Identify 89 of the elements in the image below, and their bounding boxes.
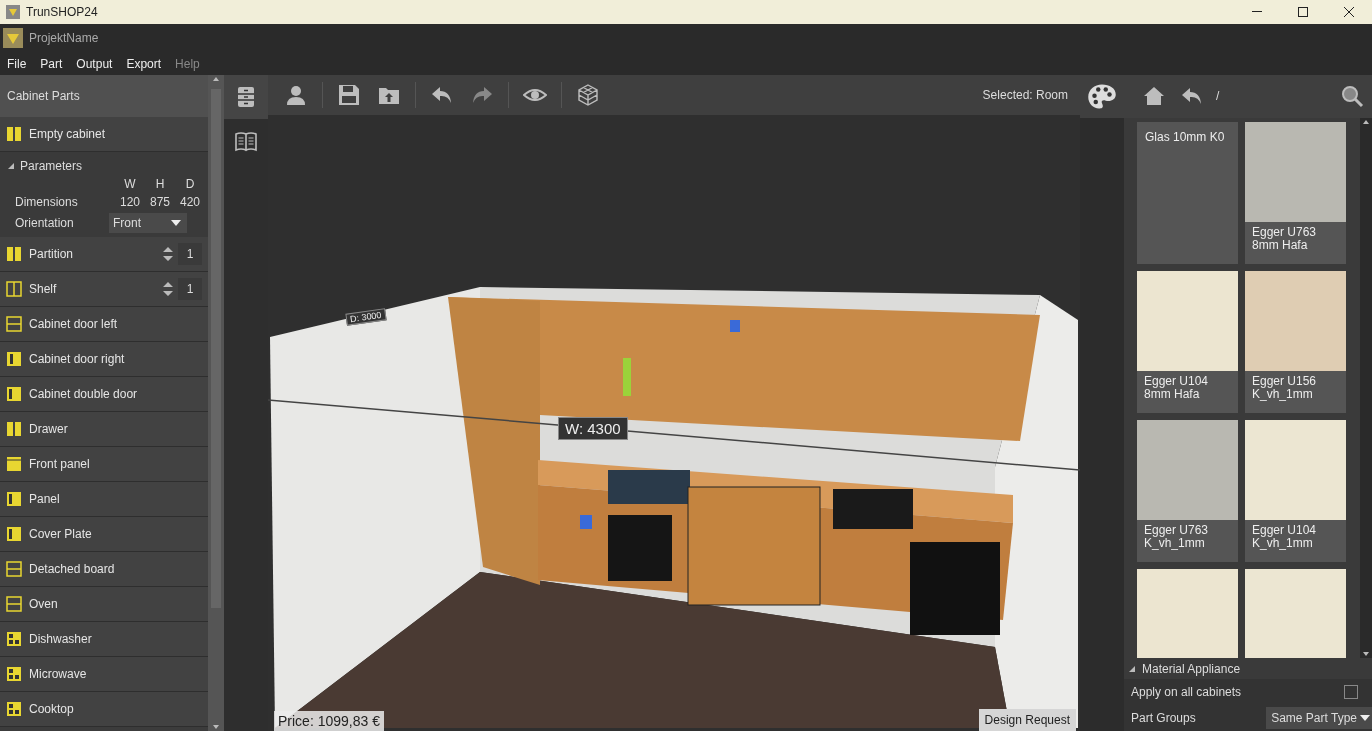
cabinet-part-icon <box>6 666 22 682</box>
cabinet-part-icon <box>6 316 22 332</box>
cabinet-part-item[interactable]: Oven <box>0 587 208 622</box>
material-tile[interactable]: Egger U763 K_vh_1mm <box>1137 419 1238 562</box>
cabinet-tab[interactable] <box>224 75 268 119</box>
scrollbar[interactable] <box>208 75 224 731</box>
price-label: Price: 1099,83 € <box>274 711 384 731</box>
scrollbar[interactable] <box>1360 117 1372 658</box>
cabinet-part-item[interactable]: Dishwasher <box>0 622 208 657</box>
parameter-label: Dimensions <box>15 195 79 209</box>
dimension-value[interactable]: 120 <box>115 195 145 209</box>
cabinet-part-item[interactable]: Front panel <box>0 447 208 482</box>
expand-triangle-icon <box>7 161 15 170</box>
breadcrumb-path: / <box>1216 89 1220 104</box>
close-icon <box>1344 7 1354 17</box>
cabinet-part-item[interactable]: Empty cabinet <box>0 117 208 152</box>
cabinet-part-icon <box>6 351 22 367</box>
window-title: TrunSHOP24 <box>26 5 98 19</box>
cabinet-part-item[interactable]: Cabinet door right <box>0 342 208 377</box>
cabinet-part-item[interactable]: Cover Plate <box>0 517 208 552</box>
count-field[interactable]: 1 <box>178 243 202 265</box>
menu-item[interactable]: File <box>0 56 34 71</box>
cabinet-part-item[interactable]: Microwave <box>0 657 208 692</box>
cabinet-part-item[interactable]: Drawer <box>0 412 208 447</box>
material-tile[interactable]: Egger U156 K_vh_1mm <box>1245 270 1346 413</box>
search-icon <box>1340 84 1364 109</box>
maximize-icon <box>1298 7 1308 17</box>
material-tile[interactable]: Egger U104 8mm Hafa <box>1137 270 1238 413</box>
cabinet-part-icon <box>6 456 22 472</box>
spinner-arrows-icon[interactable] <box>162 245 174 263</box>
column-header: H <box>154 177 166 191</box>
minimize-icon <box>1252 11 1262 13</box>
cabinet-part-item[interactable]: Cabinet double door <box>0 377 208 412</box>
dimension-value[interactable]: 875 <box>145 195 175 209</box>
material-label: Egger U104 K_vh_1mm <box>1251 521 1318 552</box>
caret-icon <box>1360 715 1370 722</box>
material-label: Egger U763 K_vh_1mm <box>1143 521 1210 552</box>
caret-icon <box>171 220 181 226</box>
cabinet-part-icon <box>6 126 22 142</box>
cabinet-part-item[interactable]: Shelf 1 <box>0 272 208 307</box>
material-tile[interactable]: Egger U763 8mm Hafa <box>1245 121 1346 264</box>
column-header: W <box>123 177 137 191</box>
material-tile[interactable]: Egger U104 K_vh_1mm <box>1245 419 1346 562</box>
selection-status: Selected: Room <box>982 88 1068 102</box>
option-label: Part Groups <box>1131 711 1196 726</box>
cabinet-part-item[interactable]: Cooktop <box>0 692 208 727</box>
orientation-dropdown[interactable]: Front <box>109 213 187 233</box>
cube-icon <box>576 83 600 107</box>
cabinet-part-icon <box>6 421 22 437</box>
cabinet-part-icon <box>6 386 22 402</box>
width-dimension-label: W: 4300 <box>558 417 628 440</box>
expand-triangle-icon <box>1128 664 1136 673</box>
user-icon <box>284 83 308 107</box>
cabinet-part-icon <box>6 526 22 542</box>
section-header[interactable]: Material Appliance <box>1124 657 1372 680</box>
cabinet-part-icon <box>6 281 22 297</box>
app-logo-icon <box>6 5 20 19</box>
material-label: Egger U763 8mm Hafa <box>1251 223 1318 254</box>
cabinet-part-icon <box>6 561 22 577</box>
menu-item[interactable]: Part <box>33 56 70 71</box>
scroll-down-icon[interactable] <box>212 723 220 731</box>
project-logo-icon <box>3 28 23 48</box>
design-request-button[interactable]: Design Request <box>978 709 1076 731</box>
menu-item[interactable]: Output <box>69 56 120 71</box>
column-header: D <box>184 177 196 191</box>
cabinet-part-item[interactable]: Cabinet door left <box>0 307 208 342</box>
material-label: Egger U156 K_vh_1mm <box>1251 372 1318 403</box>
cabinet-part-icon <box>6 701 22 717</box>
material-label: Glas 10mm K0 <box>1145 129 1225 144</box>
option-label: Apply on all cabinets <box>1131 685 1242 700</box>
material-label: Egger U104 8mm Hafa <box>1143 372 1210 403</box>
parameter-label: Orientation <box>15 216 75 230</box>
menu-item[interactable]: Export <box>119 56 169 71</box>
scroll-down-icon[interactable] <box>1362 649 1370 658</box>
checkbox[interactable] <box>1344 685 1358 700</box>
cabinet-part-item[interactable]: Detached board <box>0 552 208 587</box>
part-groups-dropdown[interactable]: Same Part Type <box>1266 707 1372 730</box>
dimension-value[interactable]: 420 <box>175 195 205 209</box>
cabinet-part-item[interactable]: Panel <box>0 482 208 517</box>
panel-title: Cabinet Parts <box>7 89 80 103</box>
cabinet-part-icon <box>6 631 22 647</box>
cabinet-part-icon <box>6 596 22 612</box>
cabinet-part-icon <box>6 491 22 507</box>
section-header[interactable]: Parameters <box>0 154 208 177</box>
spinner-arrows-icon[interactable] <box>162 280 174 298</box>
cabinet-part-item[interactable]: Partition 1 <box>0 237 208 272</box>
count-field[interactable]: 1 <box>178 278 202 300</box>
cabinet-part-icon <box>6 246 22 262</box>
project-name: ProjektName <box>29 31 99 45</box>
